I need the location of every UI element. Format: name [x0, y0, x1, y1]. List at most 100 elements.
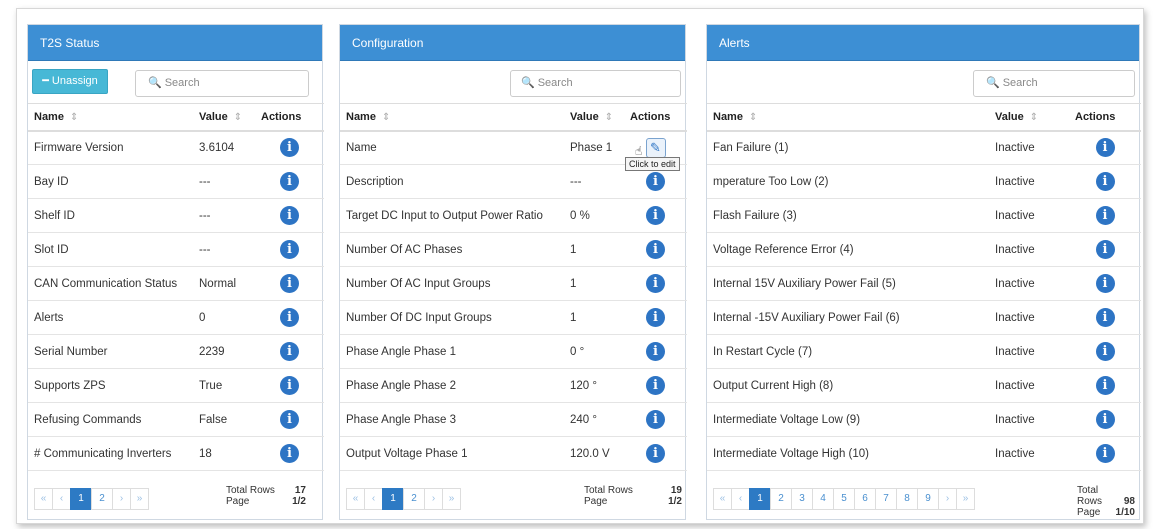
first-page-button[interactable]: « [34, 488, 53, 510]
page-value: 1/10 [1115, 507, 1135, 518]
page-button[interactable]: 2 [91, 488, 113, 510]
table-footer: «‹ 1 2 ›» Total Rows 17 Page 1/2 [28, 479, 322, 519]
page-button[interactable]: 1 [749, 488, 771, 510]
column-header-value[interactable]: Value ⇕ [564, 103, 624, 132]
row-value: 120 ° [564, 368, 624, 403]
sort-icon: ⇕ [381, 111, 391, 123]
info-icon[interactable]: i [646, 410, 665, 429]
info-icon[interactable]: i [280, 444, 299, 463]
first-page-button[interactable]: « [713, 488, 732, 510]
info-icon[interactable]: i [280, 376, 299, 395]
page-button[interactable]: 8 [896, 488, 918, 510]
info-icon[interactable]: i [646, 444, 665, 463]
page-button[interactable]: 2 [403, 488, 425, 510]
column-header-name[interactable]: Name ⇕ [340, 103, 564, 132]
table-row: Voltage Reference Error (4) Inactive i [707, 232, 1141, 267]
pagination: «‹ 1 2 3 4 5 6 7 8 9 ›» [713, 488, 975, 510]
prev-page-button[interactable]: ‹ [52, 488, 71, 510]
info-icon[interactable]: i [646, 376, 665, 395]
column-header-name[interactable]: Name ⇕ [707, 103, 989, 132]
row-actions: i [255, 130, 324, 165]
info-icon[interactable]: i [646, 274, 665, 293]
last-page-button[interactable]: » [442, 488, 461, 510]
row-actions: i [1069, 130, 1141, 165]
page-button[interactable]: 1 [70, 488, 92, 510]
table-row: In Restart Cycle (7) Inactive i [707, 334, 1141, 369]
prev-page-button[interactable]: ‹ [364, 488, 383, 510]
column-header-actions: Actions [255, 103, 324, 132]
sort-icon: ⇕ [604, 111, 614, 123]
info-icon[interactable]: i [280, 342, 299, 361]
page-button[interactable]: 4 [812, 488, 834, 510]
first-page-button[interactable]: « [346, 488, 365, 510]
row-value: True [193, 368, 255, 403]
column-header-value[interactable]: Value ⇕ [989, 103, 1069, 132]
info-icon[interactable]: i [280, 308, 299, 327]
info-icon[interactable]: i [646, 172, 665, 191]
page-button[interactable]: 3 [791, 488, 813, 510]
row-name: Alerts [28, 300, 193, 335]
column-header-value[interactable]: Value ⇕ [193, 103, 255, 132]
unassign-button[interactable]: ━ Unassign [32, 69, 108, 94]
rows-info: Total Rows 17 Page 1/2 [226, 485, 306, 507]
row-value: 3.6104 [193, 130, 255, 165]
column-header-actions: Actions [624, 103, 687, 132]
alerts-panel: Alerts 🔍 Search Name ⇕ Value ⇕ Actions Fan … [706, 24, 1141, 520]
info-icon[interactable]: i [1095, 206, 1115, 225]
page-button[interactable]: 6 [854, 488, 876, 510]
row-name: Supports ZPS [28, 368, 193, 403]
info-icon[interactable]: i [1095, 138, 1115, 158]
info-icon[interactable]: i [1095, 410, 1115, 429]
last-page-button[interactable]: » [130, 488, 149, 510]
info-icon[interactable]: i [1095, 274, 1115, 293]
info-icon[interactable]: i [1095, 444, 1115, 463]
table-row: Flash Failure (3) Inactive i [707, 198, 1141, 233]
page-button[interactable]: 5 [833, 488, 855, 510]
row-actions: i [255, 402, 324, 437]
column-label: Value [199, 110, 228, 123]
next-page-button[interactable]: › [112, 488, 131, 510]
page-button[interactable]: 1 [382, 488, 404, 510]
next-page-button[interactable]: › [938, 488, 957, 510]
row-name: Serial Number [28, 334, 193, 369]
page-button[interactable]: 2 [770, 488, 792, 510]
row-name: Slot ID [28, 232, 193, 267]
info-icon[interactable]: i [646, 240, 665, 259]
search-input[interactable]: 🔍 Search [973, 70, 1135, 97]
info-icon[interactable]: i [280, 410, 299, 429]
row-value: Inactive [989, 300, 1069, 335]
info-icon[interactable]: i [280, 172, 299, 191]
last-page-button[interactable]: » [956, 488, 975, 510]
info-icon[interactable]: i [280, 138, 299, 158]
info-icon[interactable]: i [280, 274, 299, 293]
info-icon[interactable]: i [1095, 376, 1115, 395]
table-row: Slot ID --- i [28, 232, 324, 267]
search-input[interactable]: 🔍 Search [135, 70, 309, 97]
column-header-name[interactable]: Name ⇕ [28, 103, 193, 132]
row-value: Inactive [989, 130, 1069, 165]
info-icon[interactable]: i [1095, 342, 1115, 361]
info-icon[interactable]: i [280, 206, 299, 225]
column-label: Value [995, 110, 1024, 123]
search-input[interactable]: 🔍 Search [510, 70, 681, 97]
table-row: Number Of DC Input Groups 1 i [340, 300, 687, 335]
info-icon[interactable]: i [646, 342, 665, 361]
info-icon[interactable]: i [280, 240, 299, 259]
info-icon[interactable]: i [646, 308, 665, 327]
page-button[interactable]: 7 [875, 488, 897, 510]
rows-info: Total Rows 98 Page 1/10 [1077, 485, 1135, 518]
row-name: Number Of AC Phases [340, 232, 564, 267]
row-value: 0 % [564, 198, 624, 233]
info-icon[interactable]: i [646, 206, 665, 225]
page-button[interactable]: 9 [917, 488, 939, 510]
pencil-edit-icon[interactable]: ✎ [645, 137, 666, 158]
info-icon[interactable]: i [1095, 240, 1115, 259]
prev-page-button[interactable]: ‹ [731, 488, 750, 510]
info-icon[interactable]: i [1095, 172, 1115, 191]
column-label: Value [570, 110, 599, 123]
sort-icon: ⇕ [69, 111, 79, 123]
info-icon[interactable]: i [1095, 308, 1115, 327]
row-value: Inactive [989, 266, 1069, 301]
next-page-button[interactable]: › [424, 488, 443, 510]
row-actions: i [624, 334, 687, 369]
